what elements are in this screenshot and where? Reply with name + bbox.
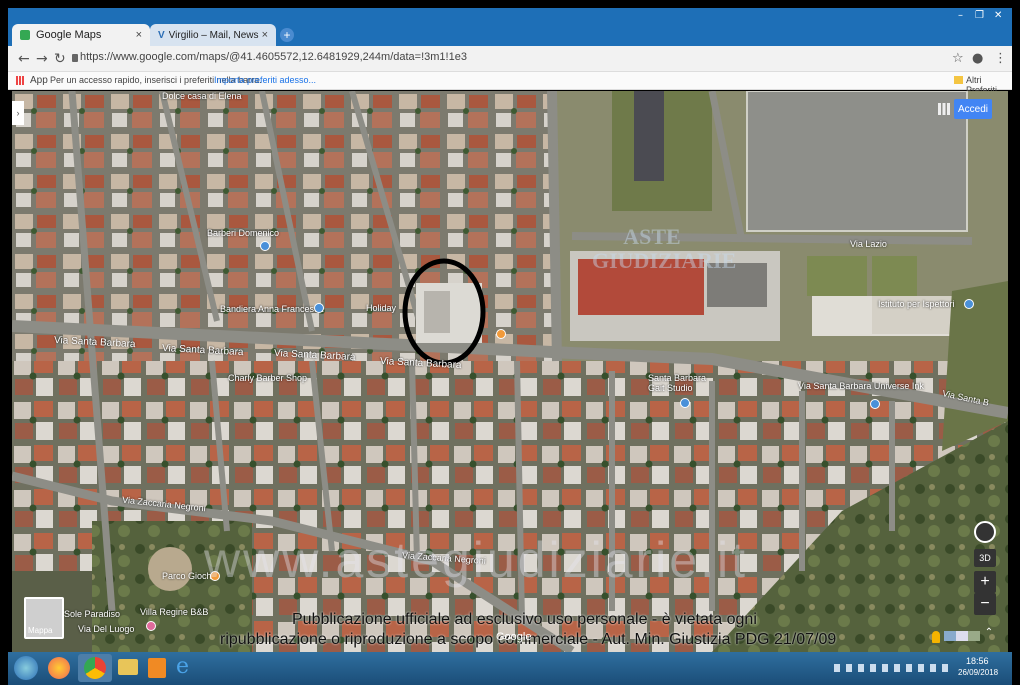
street-label: Via Lazio (850, 239, 887, 249)
tab-label: Google Maps (36, 29, 102, 41)
map-pin-icon[interactable] (260, 241, 270, 251)
compass-icon[interactable] (974, 521, 996, 543)
tab-virgilio[interactable]: V Virgilio – Mail, News e tanto altro × (150, 24, 276, 46)
tab-strip: Google Maps × V Virgilio – Mail, News e … (8, 24, 1012, 46)
back-arrow-icon[interactable]: ← (18, 51, 30, 67)
file-explorer-icon[interactable] (118, 659, 138, 675)
satellite-map[interactable]: Via Santa Barbara Via Santa Barbara Via … (12, 91, 1008, 652)
map-pin-icon[interactable] (496, 329, 506, 339)
apps-link[interactable]: App (30, 75, 48, 86)
notice-line-1: Pubblicazione ufficiale ad esclusivo uso… (292, 611, 757, 628)
bookmark-star-icon[interactable]: ☆ (952, 51, 964, 66)
close-tab-icon[interactable]: × (262, 29, 268, 41)
layer-toggle-label: Mappa (28, 626, 53, 635)
maps-favicon-icon (20, 30, 30, 40)
watermark-logo-text: ASTE GIUDIZIARIE (592, 224, 737, 273)
zoom-in-button[interactable]: + (974, 571, 996, 593)
poi-label[interactable]: Bandiera Anna Francesca (220, 304, 324, 314)
bookmarks-bar: App Per un accesso rapido, inserisci i p… (8, 72, 1012, 95)
poi-label[interactable]: Charly Barber Shop (228, 373, 307, 383)
poi-label[interactable]: Via Santa Barbara Universe Ink (798, 381, 924, 391)
google-logo: Google (496, 631, 532, 643)
virgilio-favicon-icon: V (158, 29, 165, 41)
poi-label[interactable]: Holiday (366, 303, 396, 313)
map-pin-icon[interactable] (146, 621, 156, 631)
map-pin-icon[interactable] (314, 303, 324, 313)
poi-label[interactable]: Dolce casa di Elena (162, 91, 242, 101)
close-tab-icon[interactable]: × (136, 29, 142, 41)
maximize-icon[interactable]: ❐ (975, 10, 984, 21)
tab-label: Virgilio – Mail, News e tanto altro (168, 29, 261, 41)
import-bookmarks-link[interactable]: Importa preferiti adesso... (214, 75, 316, 85)
apps-grid-icon[interactable] (938, 103, 950, 115)
poi-label[interactable]: Santa Barbara Gait Studio (648, 373, 716, 393)
chrome-icon[interactable] (78, 654, 112, 682)
poi-label[interactable]: Sole Paradiso (64, 609, 120, 619)
poi-label[interactable]: Via Del Luogo (78, 624, 134, 634)
windows-taskbar: e 18:56 26/09/2018 (8, 652, 1012, 685)
map-pin-icon[interactable] (680, 398, 690, 408)
new-tab-button[interactable]: + (280, 28, 294, 42)
clock-time[interactable]: 18:56 (966, 656, 989, 666)
forward-arrow-icon[interactable]: → (36, 51, 48, 67)
clock-date[interactable]: 26/09/2018 (958, 668, 998, 677)
apps-grid-icon[interactable] (16, 76, 25, 85)
zoom-out-button[interactable]: − (974, 593, 996, 615)
screen: – ❐ ✕ Google Maps × V Virgilio – Mail, N… (0, 0, 1020, 685)
start-button-icon[interactable] (14, 656, 38, 680)
address-bar[interactable]: https://www.google.com/maps/@41.4605572,… (80, 51, 467, 63)
reload-icon[interactable]: ↻ (54, 51, 66, 67)
internet-explorer-icon[interactable]: e (176, 654, 189, 679)
map-pin-icon[interactable] (870, 399, 880, 409)
watermark-url-text: www.astegiudiziarie.it (204, 532, 748, 588)
collapse-panel-button[interactable]: › (12, 101, 24, 125)
close-window-icon[interactable]: ✕ (994, 10, 1002, 21)
media-player-icon[interactable] (148, 658, 166, 678)
menu-icon[interactable]: ⋮ (994, 51, 1007, 66)
poi-label[interactable]: Villa Regine B&B (140, 607, 208, 617)
browser-toolbar: ← → ↻ https://www.google.com/maps/@41.46… (8, 46, 1012, 72)
pegman-icon[interactable] (932, 631, 940, 643)
tab-google-maps[interactable]: Google Maps × (12, 24, 150, 46)
firefox-icon[interactable] (48, 657, 70, 679)
folder-icon (954, 76, 963, 84)
sign-in-button[interactable]: Accedi (954, 99, 992, 119)
expand-chevron-icon[interactable]: ⌃ (982, 627, 996, 641)
map-pin-icon[interactable] (964, 299, 974, 309)
lock-icon (72, 54, 78, 62)
layer-toggle-button[interactable]: Mappa (24, 597, 64, 639)
system-tray-icons[interactable] (834, 664, 948, 672)
tilt-button[interactable]: 3D (974, 549, 996, 567)
poi-label[interactable]: Barberi Domenico (207, 228, 279, 238)
poi-label[interactable]: Istituto per Ispettori (878, 299, 955, 309)
profile-icon[interactable]: ● (972, 51, 983, 66)
imagery-thumbnail-strip[interactable] (944, 631, 980, 641)
minimize-icon[interactable]: – (958, 10, 963, 21)
